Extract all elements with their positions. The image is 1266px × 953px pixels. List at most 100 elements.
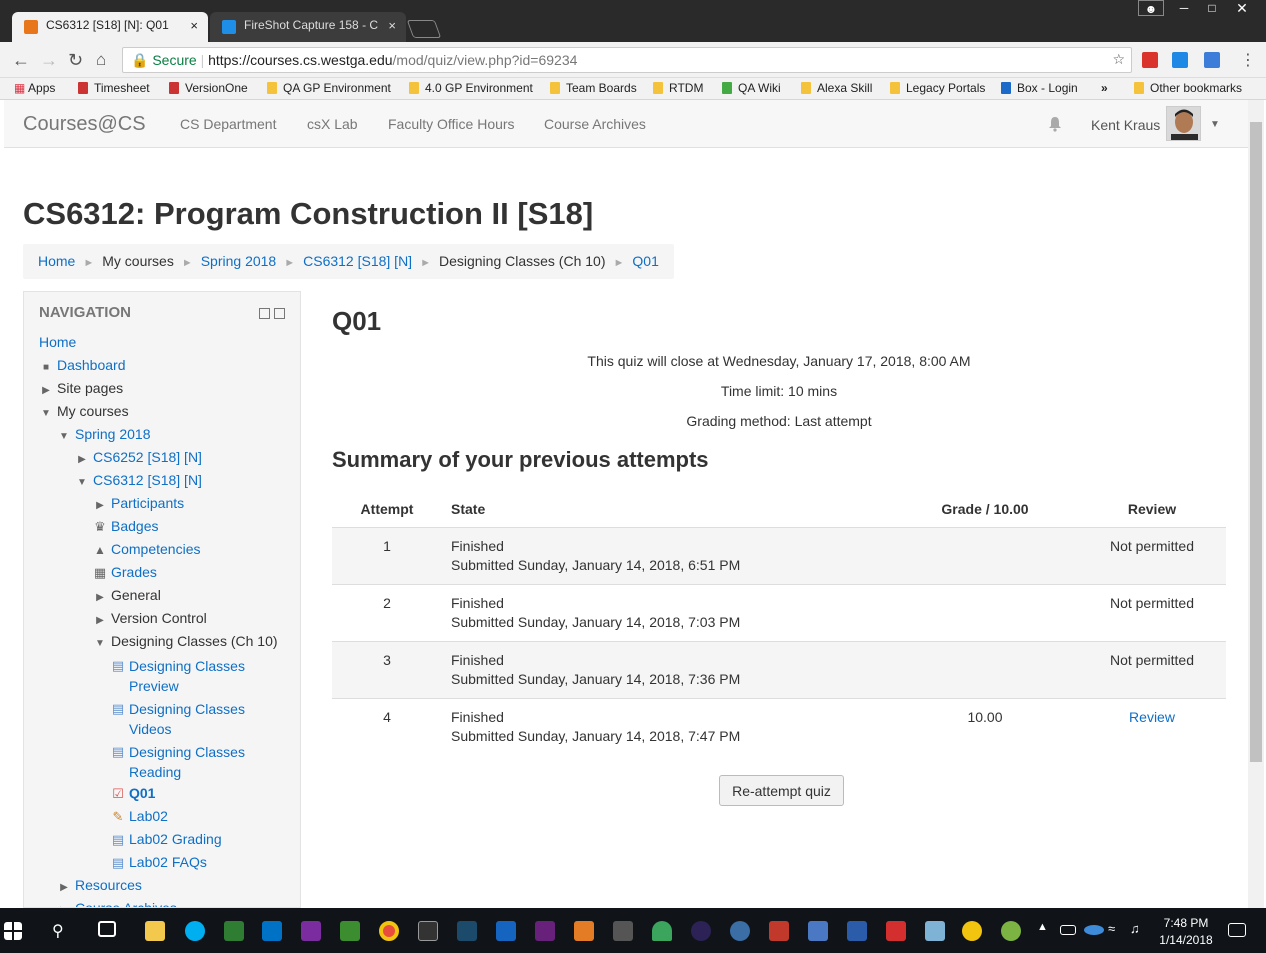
profile-icon[interactable]: ☻ (1138, 0, 1164, 16)
acrobat-icon[interactable] (886, 921, 906, 941)
bookmark-40-gp[interactable]: 4.0 GP Environment (409, 81, 533, 95)
bookmark-qa-wiki[interactable]: QA Wiki (722, 81, 781, 95)
onedrive-icon[interactable] (1084, 925, 1104, 935)
review-link[interactable]: Review (1129, 709, 1175, 725)
nav-item-my-courses[interactable]: ▼ My courses (39, 403, 129, 419)
breadcrumb-course[interactable]: CS6312 [S18] [N] (303, 253, 412, 269)
nav-link-faculty-office-hours[interactable]: Faculty Office Hours (388, 116, 515, 132)
collapse-block-icon[interactable] (259, 308, 270, 319)
nav-item-lab02-faqs[interactable]: ▤ Lab02 FAQs (111, 854, 207, 871)
extension-s-icon[interactable] (1204, 52, 1220, 68)
sourcetree-icon[interactable] (652, 921, 672, 941)
dock-block-icon[interactable] (274, 308, 285, 319)
bookmark-alexa-skill[interactable]: Alexa Skill (801, 81, 872, 95)
task-view-icon[interactable] (98, 921, 116, 937)
minimize-icon[interactable]: ─ (1170, 0, 1198, 16)
terminal-icon[interactable] (457, 921, 477, 941)
nav-link-course-archives[interactable]: Course Archives (544, 116, 646, 132)
taskbar-clock[interactable]: 7:48 PM 1/14/2018 (1152, 915, 1220, 949)
powershell-icon[interactable] (496, 921, 516, 941)
nav-link-csx-lab[interactable]: csX Lab (307, 116, 358, 132)
nav-item-lab02-grading[interactable]: ▤ Lab02 Grading (111, 831, 222, 848)
chrome-menu-icon[interactable]: ⋮ (1240, 50, 1256, 70)
nav-item-resources[interactable]: ▶ Resources (57, 877, 142, 893)
nav-item-q01-current[interactable]: ☑ Q01 (111, 785, 155, 802)
address-bar[interactable]: 🔒 Secure | https://courses.cs.westga.edu… (122, 47, 1132, 73)
nav-item-designing-classes-section[interactable]: ▼ Designing Classes (Ch 10) (93, 633, 277, 649)
nav-item-cs6252[interactable]: ▶ CS6252 [S18] [N] (75, 449, 202, 465)
close-icon[interactable]: × (190, 18, 198, 33)
tab-active-quiz[interactable]: CS6312 [S18] [N]: Q01 × (12, 12, 208, 42)
bookmarks-overflow-chevron-icon[interactable]: » (1101, 81, 1108, 95)
bookmark-box-login[interactable]: Box - Login (1001, 81, 1078, 95)
file-explorer-icon[interactable] (145, 921, 165, 941)
mysql-workbench-icon[interactable] (730, 921, 750, 941)
nav-item-dashboard[interactable]: ■ Dashboard (39, 357, 126, 373)
onenote-icon[interactable] (301, 921, 321, 941)
nav-link-cs-department[interactable]: CS Department (180, 116, 276, 132)
bookmark-other[interactable]: Other bookmarks (1134, 81, 1242, 95)
bookmark-team-boards[interactable]: Team Boards (550, 81, 637, 95)
bookmark-legacy-portals[interactable]: Legacy Portals (890, 81, 985, 95)
nav-item-home[interactable]: Home (39, 334, 76, 350)
volume-icon[interactable]: ♫ (1130, 921, 1150, 941)
nav-item-badges[interactable]: ♛ Badges (93, 518, 158, 535)
window-close-icon[interactable]: ✕ (1228, 0, 1256, 16)
maximize-icon[interactable]: □ (1198, 0, 1226, 16)
tray-chevron-up-icon[interactable]: ▲ (1037, 921, 1057, 941)
notification-bell-icon[interactable] (1048, 116, 1062, 132)
back-arrow-icon[interactable]: ← (12, 50, 30, 71)
windows-start-icon[interactable] (4, 922, 22, 940)
remote-desktop-icon[interactable] (808, 921, 828, 941)
skype-icon[interactable] (185, 921, 205, 941)
bookmark-rtdm[interactable]: RTDM (653, 81, 703, 95)
tools-icon[interactable] (613, 921, 633, 941)
wifi-icon[interactable]: ≈ (1108, 921, 1128, 941)
tab-fireshot[interactable]: FireShot Capture 158 - C × (210, 12, 406, 42)
breadcrumb-spring-2018[interactable]: Spring 2018 (201, 253, 277, 269)
nav-item-spring-2018[interactable]: ▼ Spring 2018 (57, 426, 150, 442)
bookmark-versionone[interactable]: VersionOne (169, 81, 248, 95)
nav-item-general[interactable]: ▶ General (93, 587, 161, 603)
nav-item-grades[interactable]: ▦ Grades (93, 564, 157, 581)
android-icon[interactable] (1001, 921, 1021, 941)
nav-item-version-control[interactable]: ▶ Version Control (93, 610, 207, 626)
site-brand[interactable]: Courses@CS (23, 113, 146, 136)
nav-item-competencies[interactable]: ▲ Competencies (93, 541, 200, 557)
new-tab-button[interactable] (406, 20, 442, 38)
nav-item-designing-classes-preview[interactable]: ▤ Designing Classes Preview (111, 656, 245, 696)
bookmark-star-icon[interactable]: ☆ (1112, 51, 1125, 68)
battery-icon[interactable] (1060, 925, 1076, 935)
snagit-icon[interactable] (224, 921, 244, 941)
reload-icon[interactable]: ↻ (68, 50, 83, 71)
chrome-icon[interactable] (379, 921, 399, 941)
scrollbar-thumb[interactable] (1250, 122, 1262, 762)
extension-blue-icon[interactable] (1172, 52, 1188, 68)
breadcrumb-home[interactable]: Home (38, 253, 75, 269)
r-studio-icon[interactable] (847, 921, 867, 941)
nav-item-participants[interactable]: ▶ Participants (93, 495, 184, 511)
page-scrollbar[interactable] (1248, 100, 1264, 908)
user-menu-caret-icon[interactable]: ▼ (1210, 119, 1220, 130)
calculator-app-icon[interactable] (769, 921, 789, 941)
notepad-plus-icon[interactable] (340, 921, 360, 941)
norton-icon[interactable] (962, 921, 982, 941)
avatar[interactable] (1166, 106, 1201, 141)
nav-item-cs6312[interactable]: ▼ CS6312 [S18] [N] (75, 472, 202, 488)
extension-red-icon[interactable] (1142, 52, 1158, 68)
outlook-icon[interactable] (262, 921, 282, 941)
command-prompt-icon[interactable] (418, 921, 438, 941)
nav-item-designing-classes-reading[interactable]: ▤ Designing Classes Reading (111, 742, 245, 782)
home-icon[interactable]: ⌂ (96, 50, 106, 70)
nav-item-designing-classes-videos[interactable]: ▤ Designing Classes Videos (111, 699, 245, 739)
bookmark-qa-gp[interactable]: QA GP Environment (267, 81, 391, 95)
visual-studio-icon[interactable] (535, 921, 555, 941)
bookmark-timesheet[interactable]: Timesheet (78, 81, 150, 95)
nav-item-site-pages[interactable]: ▶ Site pages (39, 380, 123, 396)
network-app-icon[interactable] (925, 921, 945, 941)
eclipse-icon[interactable] (691, 921, 711, 941)
close-icon[interactable]: × (388, 18, 396, 33)
action-center-icon[interactable] (1228, 923, 1246, 937)
search-icon[interactable]: ⚲ (52, 921, 72, 941)
nav-item-lab02[interactable]: ✎ Lab02 (111, 808, 168, 825)
